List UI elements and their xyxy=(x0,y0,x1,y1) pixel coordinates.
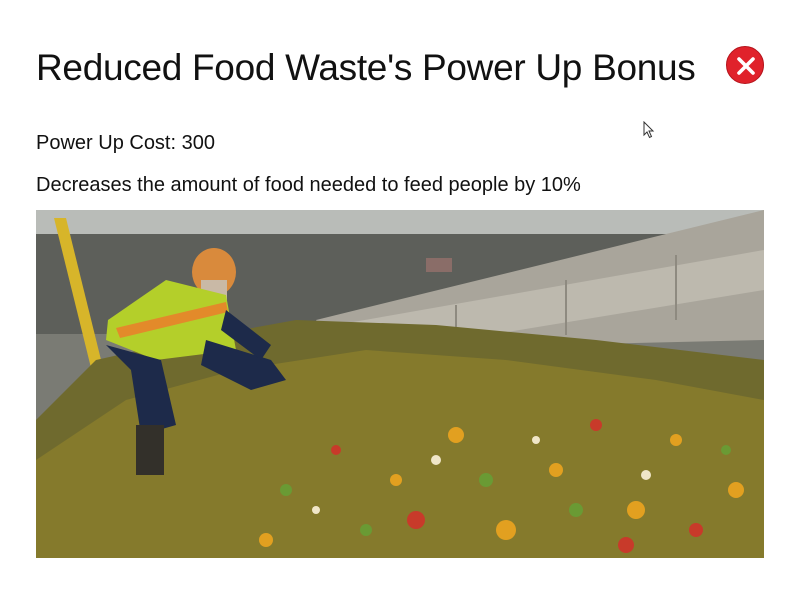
close-button[interactable] xyxy=(726,46,764,84)
power-up-description: Decreases the amount of food needed to f… xyxy=(36,174,581,196)
food-waste-photo xyxy=(36,210,764,558)
mouse-cursor-icon xyxy=(643,121,655,139)
power-up-cost: Power Up Cost: 300 xyxy=(36,132,215,154)
dialog-title: Reduced Food Waste's Power Up Bonus xyxy=(36,47,696,88)
close-icon xyxy=(737,57,755,75)
